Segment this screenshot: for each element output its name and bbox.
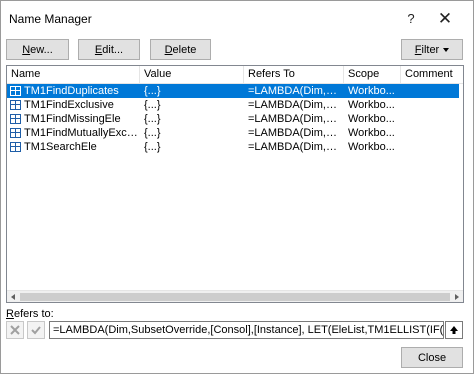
column-header-refers-to[interactable]: Refers To — [244, 66, 344, 84]
name-text: TM1FindDuplicates — [24, 85, 119, 97]
table-icon — [10, 142, 21, 152]
value-cell: {...} — [144, 113, 161, 125]
value-cell: {...} — [144, 85, 161, 97]
scope-cell: Workbo... — [348, 127, 395, 139]
close-window-button[interactable]: ✕ — [431, 7, 459, 31]
name-cell: TM1SearchEle — [10, 140, 140, 154]
comment-cell — [405, 112, 461, 126]
delete-hotkey: D — [164, 43, 173, 56]
refers-label-rest: efers to: — [13, 308, 54, 320]
table-row[interactable]: TM1SearchEle {...} =LAMBDA(Dim,Sear... W… — [7, 140, 459, 154]
name-manager-dialog: Name Manager ? ✕ New... Edit... Delete F… — [0, 0, 474, 374]
refers-to-cell: =LAMBDA(Dim,Sub... — [248, 85, 344, 97]
name-cell: TM1FindExclusive — [10, 98, 140, 112]
title-bar: Name Manager ? ✕ — [1, 1, 473, 35]
table-row[interactable]: TM1FindMissingEle {...} =LAMBDA(Dim,Sou.… — [7, 112, 459, 126]
window-title: Name Manager — [9, 12, 92, 26]
confirm-edit-button[interactable] — [27, 321, 45, 339]
refers-to-cell: =LAMBDA(Dim,Sear... — [248, 141, 344, 153]
arrow-up-icon — [450, 326, 458, 334]
edit-hotkey: E — [94, 43, 103, 56]
comment-cell — [405, 84, 461, 98]
value-cell: {...} — [144, 99, 161, 111]
table-icon — [10, 114, 21, 124]
comment-cell — [405, 140, 461, 154]
refers-to-cell: =LAMBDA(Dim,Con... — [248, 127, 344, 139]
name-text: TM1SearchEle — [24, 141, 97, 153]
refers-to-label: Refers to: — [6, 308, 54, 320]
delete-button[interactable]: Delete — [150, 39, 211, 60]
delete-label-rest: elete — [172, 43, 197, 56]
name-cell: TM1FindMutuallyExclus... — [10, 126, 140, 140]
names-list[interactable]: Name Value Refers To Scope Comment TM1Fi… — [6, 65, 464, 303]
scroll-right-arrow-icon[interactable] — [451, 291, 463, 302]
name-text: TM1FindMutuallyExclus... — [24, 127, 140, 139]
comment-cell — [405, 126, 461, 140]
table-row[interactable]: TM1FindDuplicates {...} =LAMBDA(Dim,Sub.… — [7, 84, 459, 98]
scope-cell: Workbo... — [348, 99, 395, 111]
refers-to-cell: =LAMBDA(Dim,Sub... — [248, 99, 344, 111]
table-icon — [10, 128, 21, 138]
name-cell: TM1FindMissingEle — [10, 112, 140, 126]
table-rows: TM1FindDuplicates {...} =LAMBDA(Dim,Sub.… — [7, 84, 463, 154]
column-headers: Name Value Refers To Scope Comment — [7, 66, 463, 84]
new-label-rest: ew... — [30, 43, 53, 56]
chevron-down-icon — [443, 47, 450, 52]
value-cell: {...} — [144, 127, 161, 139]
cancel-edit-button[interactable] — [6, 321, 24, 339]
value-cell: {...} — [144, 141, 161, 153]
edit-button[interactable]: Edit... — [78, 39, 140, 60]
column-header-value[interactable]: Value — [140, 66, 244, 84]
close-button[interactable]: Close — [401, 347, 463, 368]
name-cell: TM1FindDuplicates — [10, 84, 140, 98]
refers-to-cell: =LAMBDA(Dim,Sou... — [248, 113, 344, 125]
scrollbar-thumb[interactable] — [20, 293, 450, 301]
table-icon — [10, 100, 21, 110]
name-text: TM1FindExclusive — [24, 99, 114, 111]
filter-button[interactable]: Filter — [401, 39, 463, 60]
table-row[interactable]: TM1FindMutuallyExclus... {...} =LAMBDA(D… — [7, 126, 459, 140]
name-text: TM1FindMissingEle — [24, 113, 121, 125]
horizontal-scrollbar[interactable] — [7, 290, 463, 302]
refers-hotkey: R — [6, 308, 14, 320]
scope-cell: Workbo... — [348, 141, 395, 153]
cancel-x-icon — [10, 325, 20, 335]
new-button[interactable]: New... — [6, 39, 69, 60]
help-button[interactable]: ? — [397, 7, 425, 31]
filter-hotkey: F — [414, 43, 422, 56]
column-header-name[interactable]: Name — [7, 66, 140, 84]
comment-cell — [405, 98, 461, 112]
checkmark-icon — [31, 326, 41, 335]
refers-to-field[interactable]: =LAMBDA(Dim,SubsetOverride,[Consol],[Ins… — [49, 321, 444, 339]
column-header-comment[interactable]: Comment — [401, 66, 463, 84]
new-hotkey: N — [22, 43, 31, 56]
scope-cell: Workbo... — [348, 113, 395, 125]
filter-label-rest: ilter — [421, 43, 440, 56]
scope-cell: Workbo... — [348, 85, 395, 97]
collapse-dialog-button[interactable] — [445, 321, 463, 339]
edit-label-rest: dit... — [102, 43, 124, 56]
scroll-left-arrow-icon[interactable] — [7, 291, 19, 302]
table-row[interactable]: TM1FindExclusive {...} =LAMBDA(Dim,Sub..… — [7, 98, 459, 112]
column-header-scope[interactable]: Scope — [344, 66, 401, 84]
table-icon — [10, 86, 21, 96]
